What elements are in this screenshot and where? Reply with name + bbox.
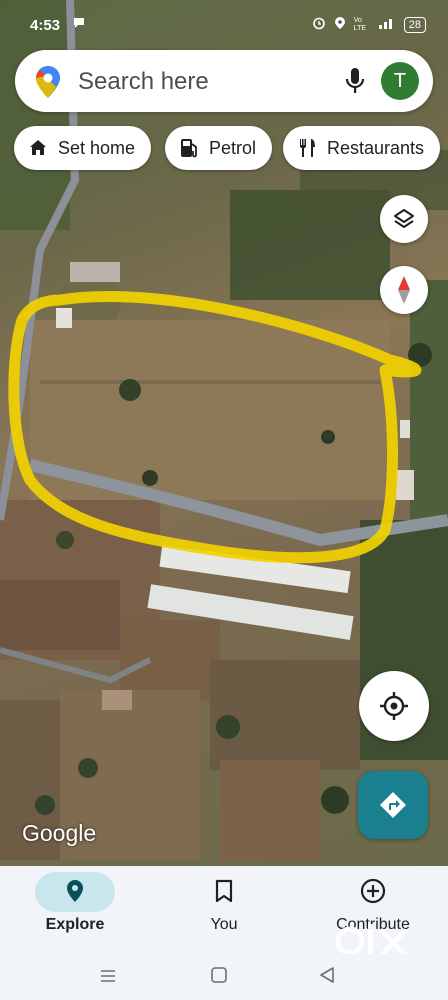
bookmark-icon [210, 877, 238, 910]
nav-you[interactable]: You [149, 866, 299, 954]
chip-label: Petrol [209, 137, 257, 158]
layers-icon [394, 209, 414, 228]
microphone-icon[interactable] [343, 66, 367, 96]
chip-restaurants[interactable]: Restaurants [283, 126, 441, 170]
home-button-icon[interactable] [210, 966, 228, 989]
chat-bubble-icon [72, 16, 86, 34]
home-icon [30, 140, 46, 155]
compass-icon [398, 276, 410, 304]
fuel-pump-icon [181, 139, 197, 158]
fork-knife-icon [300, 139, 315, 157]
compass-button[interactable] [380, 266, 428, 314]
chip-label: Restaurants [327, 137, 425, 158]
crosshair-location-icon [380, 692, 408, 720]
google-attribution: Google [22, 820, 97, 846]
plus-circle-icon [359, 877, 387, 910]
status-time: 4:53 [30, 17, 61, 34]
account-avatar[interactable]: T [381, 62, 419, 100]
volte-label: Vo LTE [353, 16, 367, 32]
location-pin-icon [61, 877, 89, 910]
nav-label: You [210, 916, 238, 933]
battery-indicator: 28 [403, 16, 426, 33]
nav-explore[interactable]: Explore [0, 866, 150, 954]
location-status-icon [334, 16, 346, 33]
alarm-icon [312, 16, 326, 33]
system-navigation-bar [0, 954, 448, 1000]
nav-label: Explore [45, 916, 105, 933]
signal-icon [378, 16, 396, 33]
chip-set-home[interactable]: Set home [14, 126, 152, 170]
google-maps-logo-icon [35, 65, 61, 99]
status-bar: 4:53 Vo LTE 28 [0, 0, 448, 50]
layers-button[interactable] [380, 195, 428, 243]
chip-label: Set home [58, 137, 136, 158]
chip-petrol[interactable]: Petrol [165, 126, 273, 170]
directions-button[interactable] [358, 771, 428, 839]
my-location-button[interactable] [359, 671, 429, 741]
recent-apps-icon[interactable] [100, 968, 116, 989]
search-input[interactable]: Search here [78, 68, 209, 96]
search-bar[interactable]: Search here T [15, 50, 433, 112]
directions-icon [380, 792, 406, 818]
back-icon[interactable] [318, 966, 336, 989]
